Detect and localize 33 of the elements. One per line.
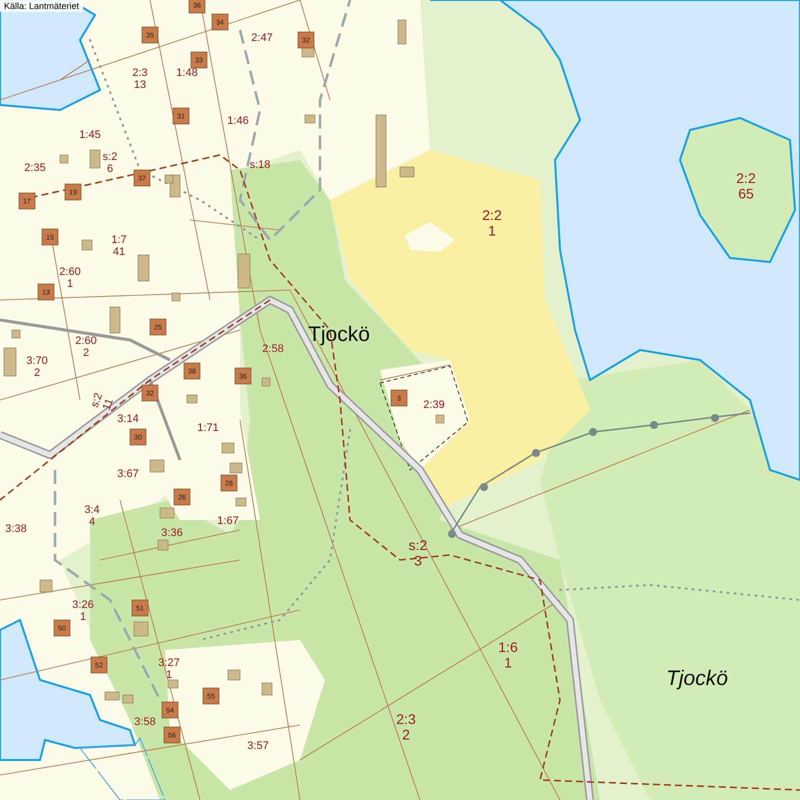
parcel-label: 2:39: [423, 399, 445, 411]
place-name: Tjockö: [666, 667, 728, 690]
parcel-label: 3:58: [134, 716, 156, 728]
attribution-label: Källa: Lantmäteriet: [0, 0, 84, 12]
parcel-label: 2:58: [262, 343, 284, 355]
parcel-label: 3:4 4: [84, 504, 100, 528]
parcel-label: 1:48: [176, 67, 198, 79]
parcel-label: 2:2 65: [736, 170, 756, 202]
parcel-label: 2:3 2: [396, 711, 416, 742]
parcel-label: 3:67: [117, 468, 139, 480]
parcel-label: 3:26 1: [72, 599, 94, 624]
place-name: Tjockö: [308, 323, 370, 346]
parcel-label: 2:60 2: [75, 335, 97, 360]
parcel-label: s:2 3: [408, 537, 428, 568]
parcel-label: 1:71: [197, 422, 219, 434]
parcel-label: 2:35: [24, 162, 46, 174]
parcel-label: 1:6 1: [498, 639, 518, 670]
parcel-label: 1:7 41: [111, 234, 127, 258]
parcel-label: 2:47: [251, 32, 273, 44]
parcel-label: s:2 6: [102, 151, 118, 176]
parcel-label: 2:2 1: [482, 207, 502, 238]
parcel-label: 3:14: [117, 413, 139, 425]
parcel-label: 2:60 1: [59, 266, 81, 290]
parcel-label: 1:45: [79, 129, 101, 141]
parcel-label: 1:67: [217, 515, 239, 527]
parcel-label: 3:57: [247, 740, 269, 752]
parcel-label: s:18: [250, 159, 270, 171]
parcel-label: 3:38: [5, 523, 27, 535]
parcel-label: 1:46: [227, 115, 249, 127]
parcel-label: 3:70 2: [26, 355, 48, 380]
parcel-label: 3:36: [161, 527, 183, 539]
parcel-label: 2:3 13: [132, 67, 148, 92]
parcel-label: s:2 11: [88, 391, 116, 412]
